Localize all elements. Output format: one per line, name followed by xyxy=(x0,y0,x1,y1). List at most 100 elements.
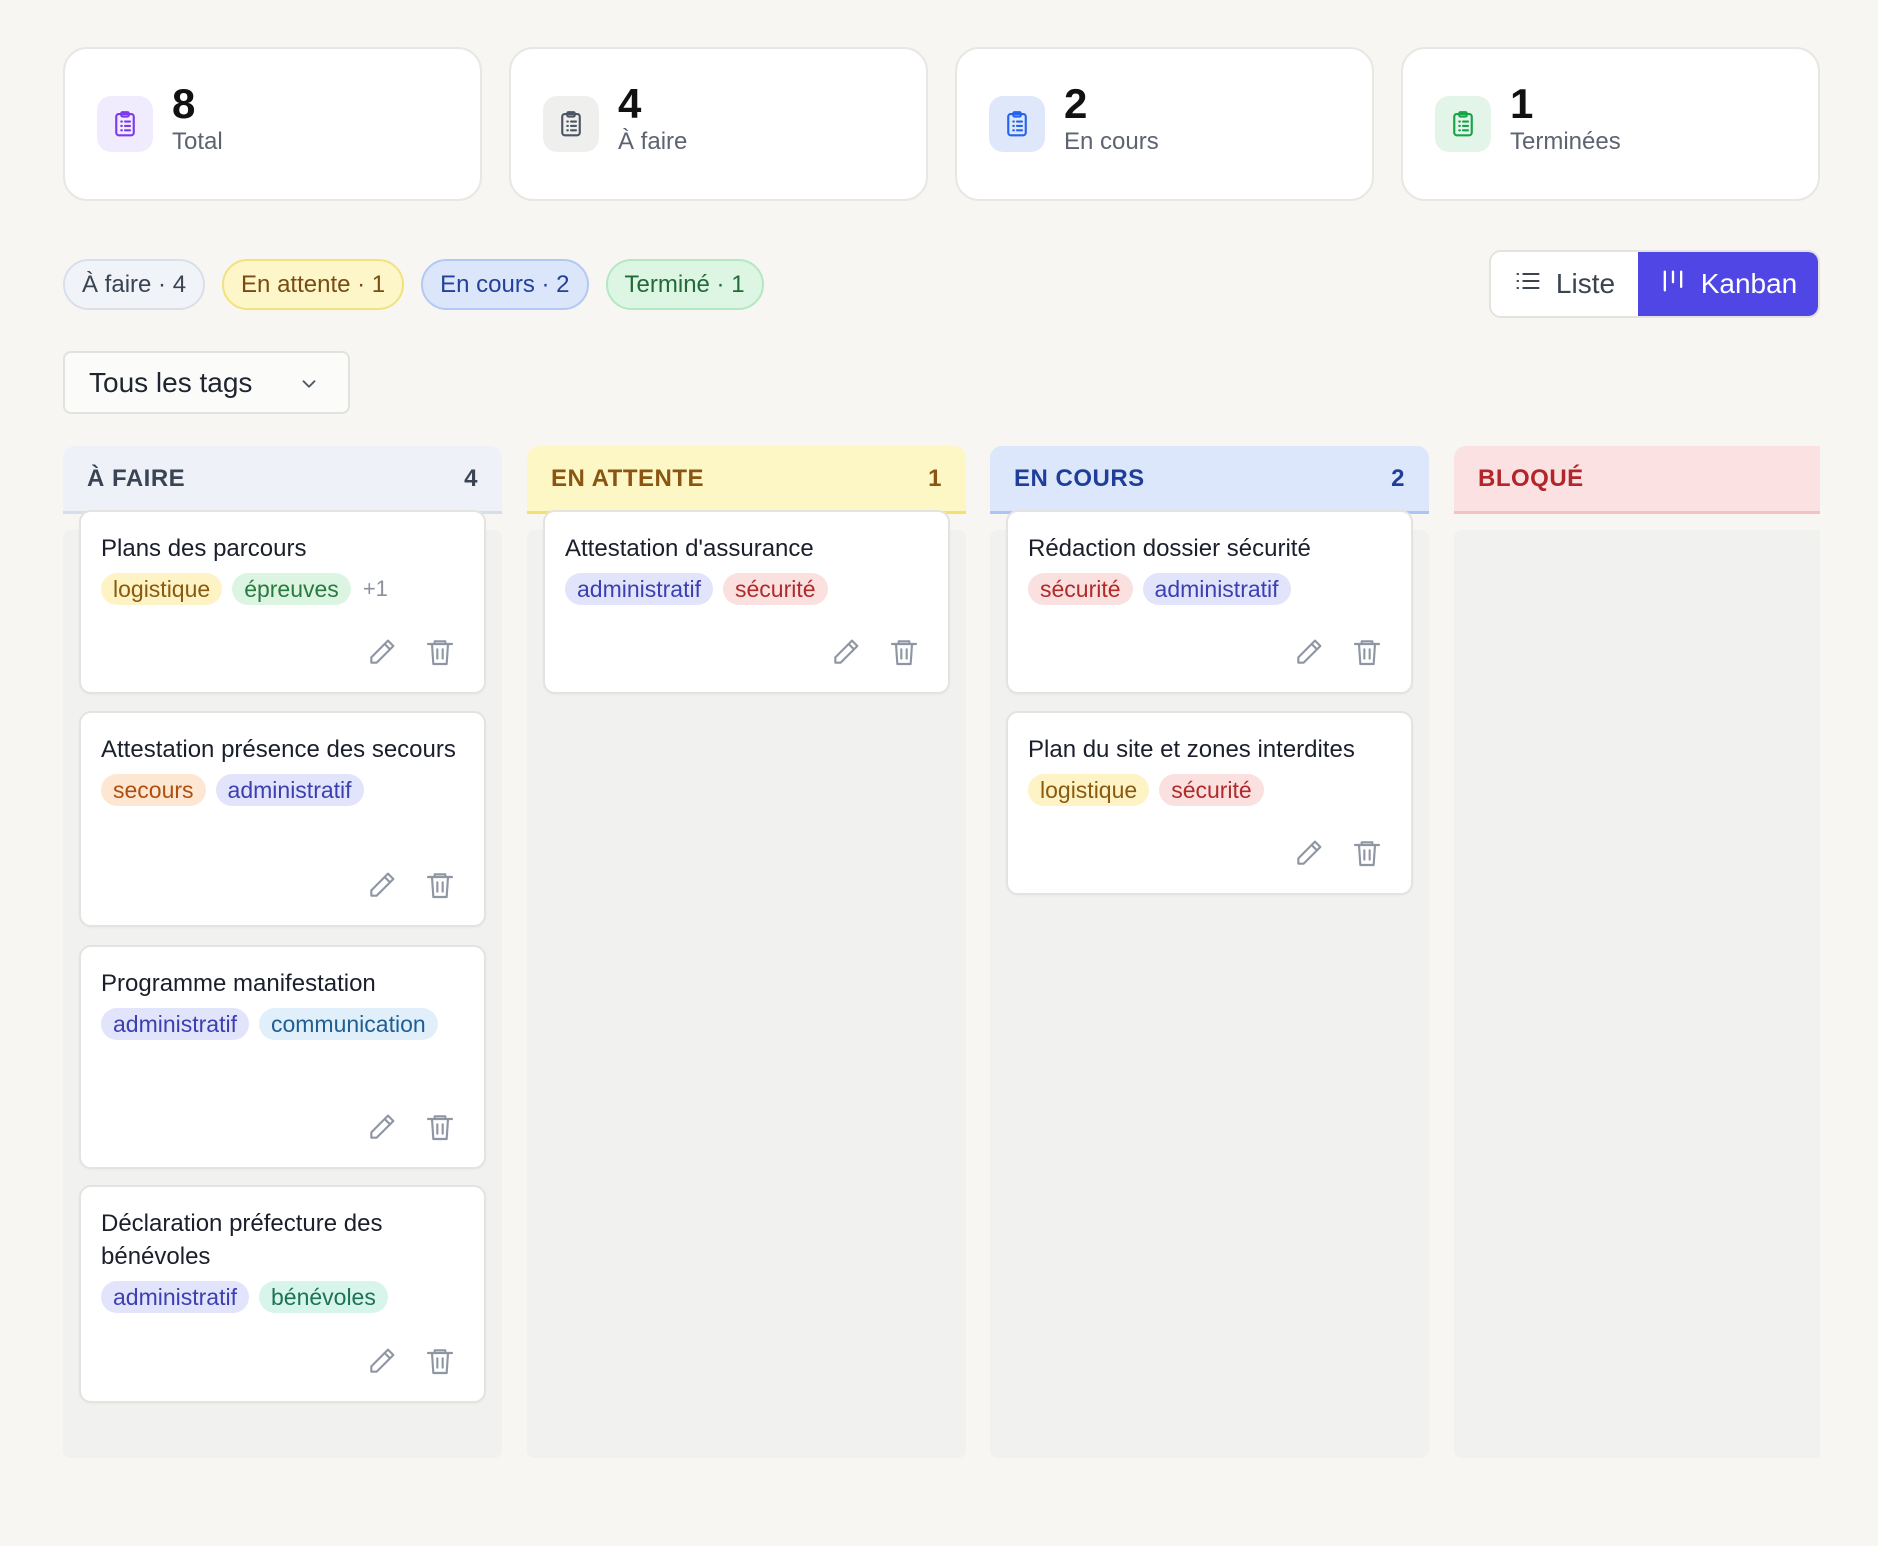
tag-badge: administratif xyxy=(1142,573,1291,605)
stat-value: 8 xyxy=(172,80,196,127)
stat-label: Terminées xyxy=(1510,128,1621,155)
task-title: Programme manifestation xyxy=(101,970,376,997)
stat-card-todo: 4 À faire xyxy=(509,47,928,201)
column-header: EN ATTENTE 1 xyxy=(527,446,966,514)
stat-label: En cours xyxy=(1064,128,1159,155)
edit-pencil-icon[interactable] xyxy=(366,1345,398,1377)
task-card[interactable]: Rédaction dossier sécurité sécurité admini… xyxy=(1006,510,1413,694)
status-chip-waiting[interactable]: En attente · 1 xyxy=(222,259,405,310)
stat-label: Total xyxy=(172,128,223,155)
stat-card-in-progress: 2 En cours xyxy=(955,47,1374,201)
kanban-column-doing: EN COURS 2 Rédaction dossier sécurité sécur… xyxy=(990,446,1429,1458)
task-card[interactable]: Attestation présence des secours secours a… xyxy=(79,711,486,927)
list-view-button[interactable]: Liste xyxy=(1491,252,1638,316)
tag-badge: sécurité xyxy=(1028,573,1133,605)
tag-badge: administratif xyxy=(215,774,364,806)
task-tags: administratif bénévoles xyxy=(101,1281,464,1313)
task-card[interactable]: Déclaration préfecture des bénévoles admi… xyxy=(79,1185,486,1403)
clipboard-list-icon xyxy=(1435,96,1491,152)
card-actions xyxy=(830,636,920,668)
stat-value: 2 xyxy=(1064,80,1088,127)
tag-badge: administratif xyxy=(101,1281,249,1313)
task-tags: logistique sécurité xyxy=(1028,774,1391,806)
tag-badge: administratif xyxy=(101,1008,249,1040)
task-tags: administratif sécurité xyxy=(565,573,928,605)
card-actions xyxy=(1293,636,1383,668)
task-title: Rédaction dossier sécurité xyxy=(1028,535,1311,562)
task-title: Attestation d'assurance xyxy=(565,535,814,562)
task-title: Attestation présence des secours xyxy=(101,736,456,763)
tag-badge: logistique xyxy=(1028,774,1150,806)
column-count: 1 xyxy=(928,464,942,492)
column-count: 4 xyxy=(464,464,478,492)
column-header: À FAIRE 4 xyxy=(63,446,502,514)
status-filter-chips: À faire · 4 En attente · 1 En cours · 2 … xyxy=(63,259,764,310)
tag-badge: secours xyxy=(101,774,206,806)
column-title: EN COURS xyxy=(1014,464,1145,492)
delete-trash-icon[interactable] xyxy=(424,1345,456,1377)
clipboard-list-icon xyxy=(97,96,153,152)
edit-pencil-icon[interactable] xyxy=(366,636,398,668)
edit-pencil-icon[interactable] xyxy=(1293,837,1325,869)
task-title: Déclaration préfecture des bénévoles xyxy=(101,1210,383,1270)
clipboard-list-icon xyxy=(543,96,599,152)
column-header: EN COURS 2 xyxy=(990,446,1429,514)
kanban-column-todo: À FAIRE 4 Plans des parcours logistique épre… xyxy=(63,446,502,1458)
kanban-column-blocked: BLOQUÉ xyxy=(1454,446,1820,1458)
chevron-down-icon xyxy=(302,380,316,388)
tag-badge: sécurité xyxy=(722,573,828,605)
edit-pencil-icon[interactable] xyxy=(1293,636,1325,668)
task-card[interactable]: Attestation d'assurance administratif sécu… xyxy=(543,510,950,694)
task-tags: secours administratif xyxy=(101,774,464,806)
delete-trash-icon[interactable] xyxy=(424,869,456,901)
clipboard-list-icon xyxy=(989,96,1045,152)
list-view-label: Liste xyxy=(1555,268,1616,299)
task-title: Plans des parcours xyxy=(101,535,307,562)
tag-filter-value: Tous les tags xyxy=(89,366,253,398)
more-tags-count: +1 xyxy=(362,576,388,601)
kanban-column-wait: EN ATTENTE 1 Attestation d'assurance admini… xyxy=(527,446,966,1458)
delete-trash-icon[interactable] xyxy=(424,1111,456,1143)
stat-value: 4 xyxy=(618,80,642,127)
card-actions xyxy=(366,869,456,901)
status-chip-done[interactable]: Terminé · 1 xyxy=(605,259,764,310)
column-count: 2 xyxy=(1391,464,1405,492)
column-title: BLOQUÉ xyxy=(1478,464,1584,492)
task-card[interactable]: Programme manifestation administratif comm… xyxy=(79,945,486,1169)
delete-trash-icon[interactable] xyxy=(1351,636,1383,668)
column-title: EN ATTENTE xyxy=(551,464,704,492)
stat-value: 1 xyxy=(1510,80,1534,127)
column-title: À FAIRE xyxy=(87,464,186,492)
tag-badge: administratif xyxy=(565,573,713,605)
tag-badge: sécurité xyxy=(1159,774,1264,806)
task-card[interactable]: Plans des parcours logistique épreuves +1 xyxy=(79,510,486,694)
edit-pencil-icon[interactable] xyxy=(830,636,862,668)
stat-card-done: 1 Terminées xyxy=(1401,47,1820,201)
task-card[interactable]: Plan du site et zones interdites logistiq… xyxy=(1006,711,1413,895)
task-tags: sécurité administratif xyxy=(1028,573,1391,605)
tag-filter-select[interactable]: Tous les tags xyxy=(63,351,350,414)
task-title: Plan du site et zones interdites xyxy=(1028,736,1355,763)
status-chip-in-progress[interactable]: En cours · 2 xyxy=(421,259,589,310)
task-tags: logistique épreuves +1 xyxy=(101,573,464,605)
column-header: BLOQUÉ xyxy=(1454,446,1820,514)
tag-badge: épreuves xyxy=(232,573,351,605)
view-toggle: Liste Kanban xyxy=(1489,250,1820,318)
card-actions xyxy=(1293,837,1383,869)
card-actions xyxy=(366,1345,456,1377)
delete-trash-icon[interactable] xyxy=(888,636,920,668)
stats-row: 8 Total 4 À faire 2 En cours 1 Terminées xyxy=(63,47,1820,201)
delete-trash-icon[interactable] xyxy=(1351,837,1383,869)
tag-badge: logistique xyxy=(101,573,223,605)
kanban-view-label: Kanban xyxy=(1700,268,1798,299)
card-actions xyxy=(366,1111,456,1143)
delete-trash-icon[interactable] xyxy=(424,636,456,668)
kanban-view-button[interactable]: Kanban xyxy=(1638,252,1818,316)
status-chip-todo[interactable]: À faire · 4 xyxy=(63,259,206,310)
tasks-page: 8 Total 4 À faire 2 En cours 1 Terminées… xyxy=(0,0,1878,1546)
stat-card-total: 8 Total xyxy=(63,47,482,201)
task-tags: administratif communication xyxy=(101,1008,464,1040)
edit-pencil-icon[interactable] xyxy=(366,869,398,901)
edit-pencil-icon[interactable] xyxy=(366,1111,398,1143)
list-icon xyxy=(1514,267,1542,302)
